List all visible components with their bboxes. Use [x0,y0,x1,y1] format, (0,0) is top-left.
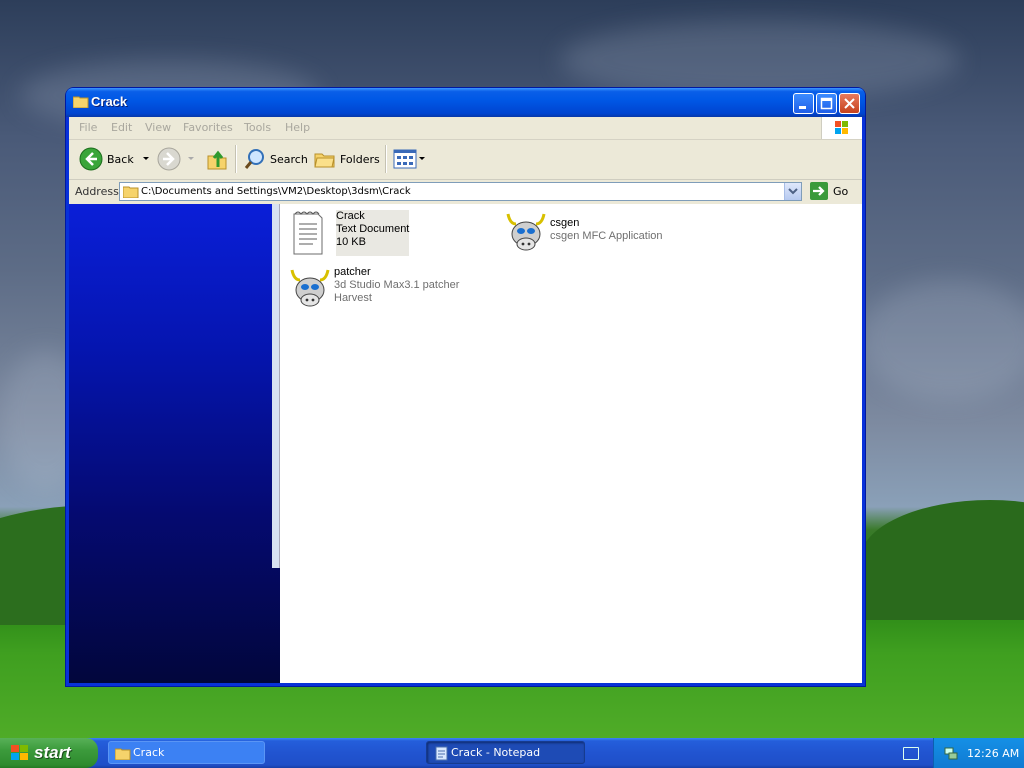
menu-tools[interactable]: Tools [244,121,271,134]
folder-icon [115,748,131,760]
task-pane-scroll-edge[interactable] [272,204,280,568]
windows-flag-icon [835,121,848,134]
close-button[interactable] [839,93,860,114]
clock[interactable]: 12:26 AM [967,747,1019,760]
system-tray: 12:26 AM [933,738,1024,768]
file-item-crack[interactable]: Crack Text Document 10 KB [290,210,410,256]
file-item-csgen[interactable]: csgen csgen MFC Application [504,210,663,256]
address-bar: Address C:\Documents and Settings\VM2\De… [69,180,862,204]
file-type: csgen MFC Application [550,230,663,242]
title-bar[interactable]: Crack [66,88,865,117]
chevron-down-icon[interactable] [185,154,197,164]
menu-edit[interactable]: Edit [111,121,132,134]
back-button[interactable]: Back [79,146,152,172]
up-folder-icon [207,150,227,170]
forward-arrow-icon [157,147,181,171]
taskbar: start Crack Crack - Notepad 12:26 AM [0,738,1024,768]
file-label: csgen csgen MFC Application [550,217,663,256]
chevron-down-icon [419,157,425,160]
start-label: start [34,743,71,762]
file-type: 3d Studio Max3.1 patcher [334,279,460,291]
folders-label: Folders [340,152,380,166]
maximize-icon [820,97,833,110]
toolbar: Back Search Folders [69,140,862,180]
search-label: Search [270,152,308,166]
file-name: Crack [336,210,365,222]
window-body: File Edit View Favorites Tools Help Back… [69,117,862,683]
go-label: Go [833,184,849,198]
file-item-patcher[interactable]: patcher 3d Studio Max3.1 patcher Harvest [288,266,459,312]
address-label: Address [75,185,119,198]
menu-help[interactable]: Help [285,121,310,134]
forward-button[interactable] [157,146,197,172]
file-type: Text Document [336,223,410,235]
file-label: Crack Text Document 10 KB [336,210,410,256]
minimize-button[interactable] [793,93,814,114]
file-label: patcher 3d Studio Max3.1 patcher Harvest [334,266,459,312]
folder-icon [73,96,89,108]
back-label: Back [107,152,134,166]
maximize-button[interactable] [816,93,837,114]
task-pane [69,204,280,683]
keyboard-icon[interactable] [903,747,919,760]
search-button[interactable]: Search [243,146,308,172]
views-button[interactable] [393,146,427,172]
chevron-down-icon[interactable] [140,154,152,164]
taskbar-item-notepad[interactable]: Crack - Notepad [426,741,585,764]
address-value: C:\Documents and Settings\VM2\Desktop\3d… [141,186,411,197]
chevron-down-icon [788,188,798,195]
views-icon [393,149,417,169]
minimize-icon [799,106,806,109]
window-title: Crack [91,94,128,109]
notepad-icon [435,746,448,761]
close-icon [844,98,855,109]
taskbar-item-label: Crack - Notepad [451,746,541,759]
go-arrow-icon [810,182,828,200]
file-size: 10 KB [336,236,366,248]
windows-logo [821,117,862,139]
windows-flag-icon [11,745,28,760]
file-list: Crack Text Document 10 KB csgen csgen MF… [280,204,862,683]
folders-icon [314,153,335,168]
folder-icon [123,186,139,198]
menu-view[interactable]: View [145,121,171,134]
cow-app-icon [288,266,330,312]
address-dropdown-button[interactable] [784,183,801,200]
back-arrow-icon [79,147,103,171]
file-name: patcher [334,266,371,278]
menu-bar: File Edit View Favorites Tools Help [69,117,862,140]
taskbar-item-crack[interactable]: Crack [108,741,265,764]
go-button[interactable]: Go [810,182,848,200]
file-company: Harvest [334,292,372,304]
start-button[interactable]: start [0,738,98,768]
up-folder-button[interactable] [205,146,229,172]
network-icon[interactable] [943,745,959,761]
explorer-window: Crack File Edit View Favorites Tools Hel… [66,88,865,686]
file-name: csgen [550,217,580,229]
folders-button[interactable]: Folders [313,146,380,172]
cow-app-icon [504,210,546,256]
address-input[interactable]: C:\Documents and Settings\VM2\Desktop\3d… [119,182,802,201]
menu-file[interactable]: File [79,121,97,134]
text-document-icon [290,210,330,256]
menu-favorites[interactable]: Favorites [183,121,233,134]
search-icon [244,149,264,169]
taskbar-item-label: Crack [133,746,165,759]
